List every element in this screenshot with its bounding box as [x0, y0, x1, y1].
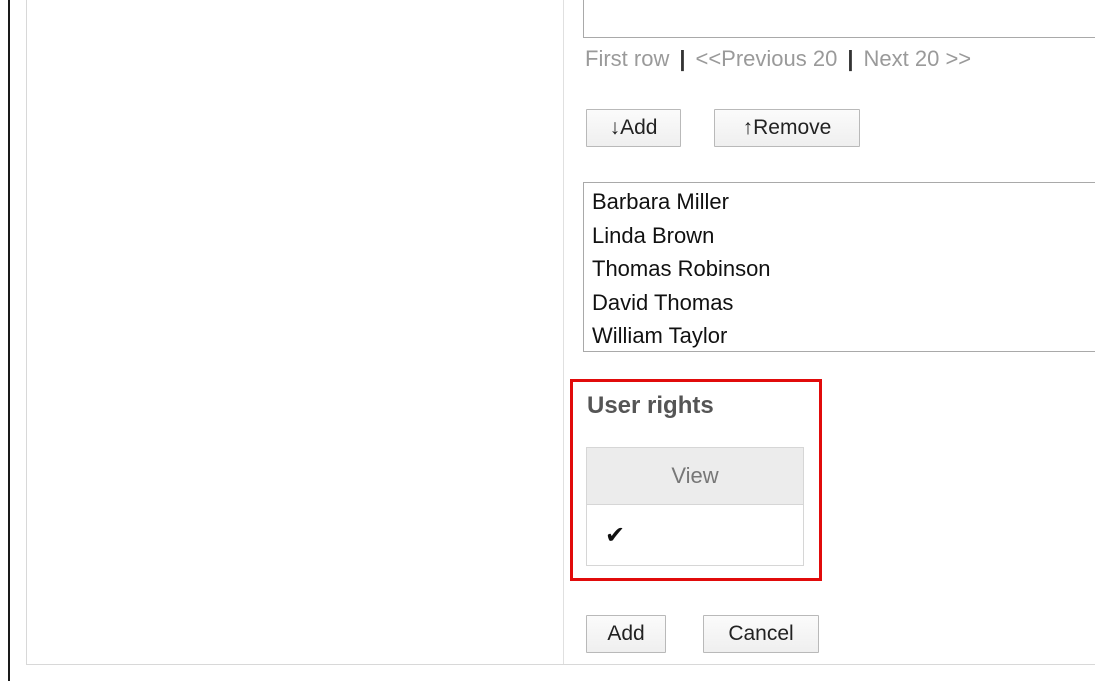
candidate-user-list[interactable]	[583, 0, 1095, 38]
remove-from-list-button[interactable]: ↑Remove	[714, 109, 860, 147]
selected-user-list[interactable]: Barbara Miller Linda Brown Thomas Robins…	[583, 182, 1095, 352]
pager-separator: |	[679, 46, 686, 71]
view-column-header: View	[586, 447, 804, 505]
panel-left-border	[26, 0, 27, 665]
view-permission-cell: ✔	[586, 504, 804, 566]
user-rights-table: View ✔	[586, 447, 804, 566]
list-item[interactable]: Barbara Miller	[592, 185, 1095, 219]
previous-page-link[interactable]: <<Previous 20	[695, 46, 837, 71]
user-rights-title: User rights	[587, 392, 714, 419]
list-item[interactable]: Thomas Robinson	[592, 252, 1095, 286]
check-icon: ✔	[605, 521, 626, 549]
list-item[interactable]: David Thomas	[592, 286, 1095, 320]
cancel-button[interactable]: Cancel	[703, 615, 819, 653]
column-divider	[563, 0, 564, 664]
add-button[interactable]: Add	[586, 615, 666, 653]
window-left-border	[8, 0, 10, 681]
first-row-link[interactable]: First row	[585, 46, 669, 71]
list-item[interactable]: Linda Brown	[592, 219, 1095, 253]
list-item[interactable]: William Taylor	[592, 319, 1095, 353]
next-page-link[interactable]: Next 20 >>	[864, 46, 972, 71]
pagination: First row | <<Previous 20 | Next 20 >>	[585, 46, 971, 72]
pager-separator: |	[847, 46, 854, 71]
add-to-list-button[interactable]: ↓Add	[586, 109, 681, 147]
panel-bottom-border	[26, 664, 1095, 665]
